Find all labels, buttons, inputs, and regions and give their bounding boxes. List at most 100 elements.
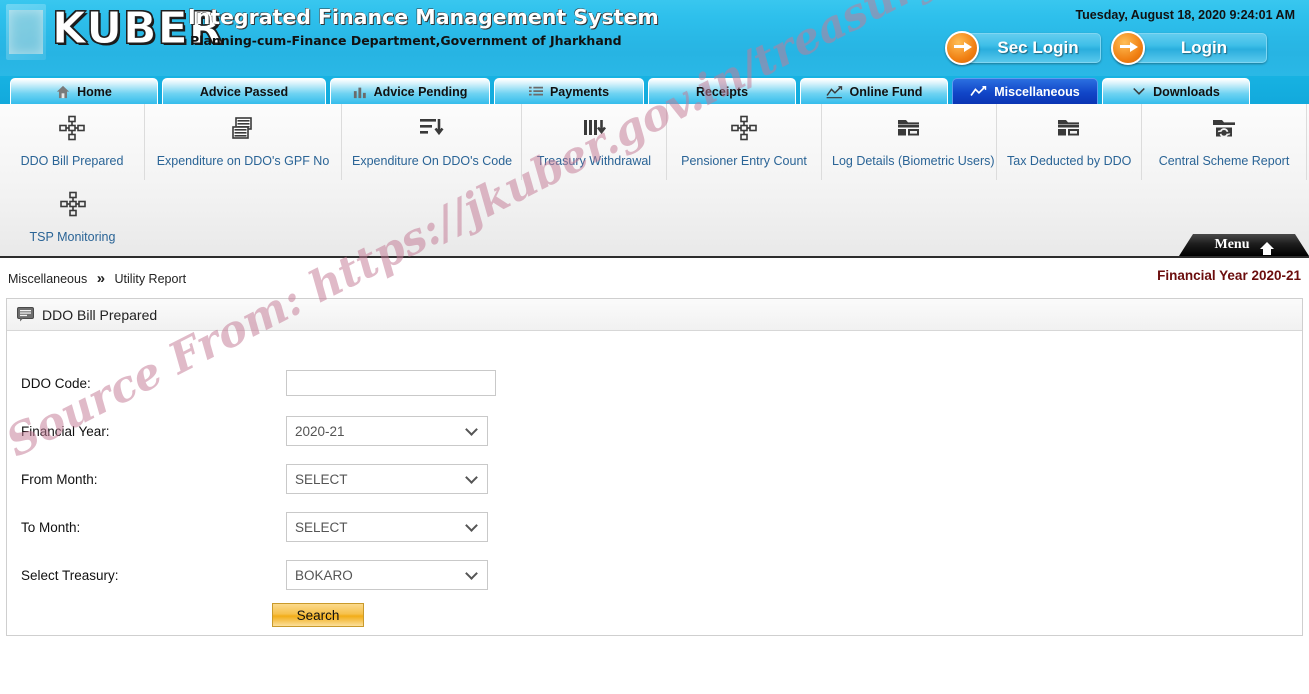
folder-refresh-icon	[1211, 115, 1237, 141]
nav-tab-advice-passed[interactable]: Advice Passed	[162, 78, 326, 104]
nav-tab-online-fund[interactable]: Online Fund	[800, 78, 948, 104]
submenu-item-label: TSP Monitoring	[29, 230, 116, 244]
financial-year-select[interactable]: 2020-21	[286, 416, 488, 446]
nav-tab-label: Receipts	[695, 84, 749, 99]
panel-header: DDO Bill Prepared	[7, 299, 1302, 331]
stacked-pages-icon	[230, 115, 256, 141]
chevron-down-icon	[465, 422, 478, 436]
report-icon	[17, 307, 34, 322]
form-row: Select Treasury: BOKARO	[21, 555, 1302, 595]
select-value: SELECT	[295, 471, 348, 487]
nodes-icon	[10, 114, 134, 142]
submenu-item-label: Expenditure on DDO's GPF No	[156, 154, 330, 168]
treasury-select[interactable]: BOKARO	[286, 560, 488, 590]
nodes-icon	[59, 191, 86, 217]
nav-tab-label: Payments	[549, 84, 610, 99]
submenu-item-pensioner-entry-count[interactable]: Pensioner Entry Count	[667, 104, 822, 180]
submenu-item-label: DDO Bill Prepared	[20, 154, 124, 168]
nodes-icon	[59, 115, 85, 141]
form-row: From Month: SELECT	[21, 459, 1302, 499]
header-datetime: Tuesday, August 18, 2020 9:24:01 AM	[1075, 8, 1295, 22]
trend-line-icon	[825, 85, 843, 99]
app-header: KUBER Integrated Finance Management Syst…	[0, 0, 1309, 76]
field-label: Select Treasury:	[21, 567, 119, 583]
submenu-item-tax-deducted-by-ddo[interactable]: Tax Deducted by DDO	[997, 104, 1142, 180]
home-icon	[56, 85, 70, 99]
breadcrumb-current: Utility Report	[114, 271, 187, 286]
field-label: DDO Code:	[21, 375, 91, 391]
submenu-item-label: Tax Deducted by DDO	[1007, 154, 1132, 168]
bars-download-icon	[581, 115, 607, 141]
chevron-down-icon	[465, 566, 478, 580]
bar-chart-icon	[353, 85, 367, 99]
folder-window-icon	[1007, 114, 1131, 142]
submenu-item-label: Pensioner Entry Count	[681, 154, 807, 168]
select-value: BOKARO	[295, 567, 353, 583]
chevron-down-icon	[465, 518, 478, 532]
submenu-item-expenditure-on-ddo-s-code[interactable]: Expenditure On DDO's Code	[342, 104, 522, 180]
form-row: To Month: SELECT	[21, 507, 1302, 547]
nav-tab-advice-pending[interactable]: Advice Pending	[330, 78, 490, 104]
stacked-pages-icon	[155, 114, 331, 142]
folder-window-icon	[1056, 115, 1082, 141]
nodes-icon	[731, 115, 757, 141]
folder-refresh-icon	[1152, 114, 1296, 142]
submenu-item-treasury-withdrawal[interactable]: Treasury Withdrawal	[522, 104, 667, 180]
folder-window-icon	[896, 115, 922, 141]
submenu-item-log-details-biometric-users[interactable]: Log Details (Biometric Users)	[822, 104, 997, 180]
home-icon	[1259, 241, 1274, 255]
nav-tab-label: Online Fund	[849, 84, 923, 99]
breadcrumb-separator-icon: »	[96, 269, 106, 287]
submenu-item-tsp-monitoring[interactable]: TSP Monitoring	[0, 180, 145, 256]
nav-tab-receipts[interactable]: Receipts	[648, 78, 796, 104]
arrow-right-icon	[945, 31, 979, 65]
from-month-select[interactable]: SELECT	[286, 464, 488, 494]
chevron-down-icon	[465, 470, 478, 484]
submenu-row-1: DDO Bill Prepared Expenditure on DDO's G…	[0, 104, 1309, 180]
field-label: From Month:	[21, 471, 98, 487]
submenu-item-expenditure-on-ddo-s-gpf-no[interactable]: Expenditure on DDO's GPF No	[145, 104, 342, 180]
search-button[interactable]: Search	[272, 603, 364, 627]
list-icon	[528, 85, 543, 99]
submenu-item-label: Treasury Withdrawal	[536, 154, 652, 168]
sec-login-label: Sec Login	[997, 38, 1079, 57]
search-row: Search	[7, 603, 1302, 627]
ddo-bill-prepared-panel: DDO Bill Prepared DDO Code: Financial Yea…	[6, 298, 1303, 636]
nav-tab-miscellaneous[interactable]: Miscellaneous	[952, 78, 1098, 104]
menu-tab-button[interactable]: Menu	[1179, 234, 1309, 256]
system-subtitle: Planning-cum-Finance Department,Governme…	[190, 33, 622, 48]
submenu-item-label: Expenditure On DDO's Code	[352, 154, 513, 168]
breadcrumb-bar: Miscellaneous » Utility Report Financial…	[0, 258, 1309, 298]
nodes-icon	[10, 190, 135, 218]
main-nav: Home Advice Passed Advice Pending Payments R…	[0, 76, 1309, 104]
nav-tab-home[interactable]: Home	[10, 78, 158, 104]
bar-chart-icon	[353, 85, 367, 99]
breadcrumb-parent[interactable]: Miscellaneous	[8, 272, 87, 286]
nodes-icon	[677, 114, 811, 142]
sort-descending-icon	[352, 114, 511, 142]
login-label: Login	[1180, 38, 1228, 57]
sort-descending-icon	[419, 115, 445, 141]
submenu-item-ddo-bill-prepared[interactable]: DDO Bill Prepared	[0, 104, 145, 180]
trend-line-icon	[825, 85, 843, 99]
sec-login-button[interactable]: Sec Login	[945, 31, 1101, 65]
submenu-item-central-scheme-report[interactable]: Central Scheme Report	[1142, 104, 1307, 180]
nav-tab-label: Advice Passed	[199, 84, 289, 99]
home-icon	[56, 85, 70, 99]
list-icon	[528, 85, 543, 99]
panel-title: DDO Bill Prepared	[42, 306, 158, 323]
bars-download-icon	[532, 114, 656, 142]
submenu-panel: DDO Bill Prepared Expenditure on DDO's G…	[0, 104, 1309, 258]
field-label: To Month:	[21, 519, 81, 535]
nav-tab-payments[interactable]: Payments	[494, 78, 644, 104]
login-button[interactable]: Login	[1111, 31, 1267, 65]
ddo-code-input[interactable]	[286, 370, 496, 396]
nav-tab-downloads[interactable]: Downloads	[1102, 78, 1250, 104]
nav-tab-label: Downloads	[1153, 84, 1220, 99]
folder-window-icon	[832, 114, 986, 142]
submenu-row-2: TSP Monitoring	[0, 180, 1309, 256]
field-label: Financial Year:	[21, 423, 110, 439]
select-value: 2020-21	[295, 423, 345, 439]
nav-tab-label: Miscellaneous	[994, 84, 1080, 99]
to-month-select[interactable]: SELECT	[286, 512, 488, 542]
